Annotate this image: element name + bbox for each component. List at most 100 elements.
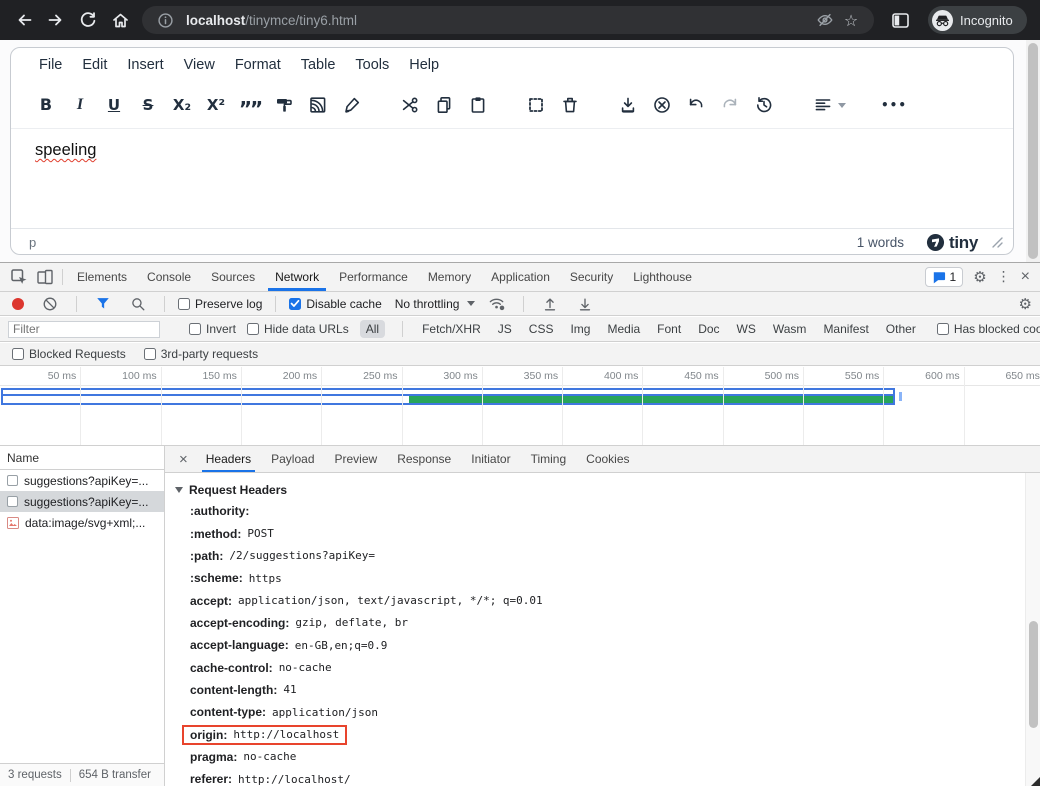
delete-button[interactable] [557, 92, 583, 118]
misspelled-word[interactable]: speeling [35, 141, 96, 160]
reload-button[interactable] [72, 4, 104, 36]
menu-file[interactable]: File [29, 53, 72, 77]
type-filter-font[interactable]: Font [655, 320, 683, 338]
subscript-button[interactable]: X₂ [169, 92, 195, 118]
align-left-button[interactable] [809, 92, 849, 118]
menu-tools[interactable]: Tools [345, 53, 399, 77]
request-row[interactable]: suggestions?apiKey=... [0, 470, 164, 491]
request-headers-section[interactable]: Request Headers [165, 480, 1025, 500]
tiny-branding[interactable]: tiny [926, 233, 978, 253]
italic-button[interactable]: I [67, 92, 93, 118]
overview-selection-box[interactable] [1, 388, 895, 405]
throttling-select[interactable]: No throttling [395, 297, 476, 311]
record-button[interactable] [12, 298, 24, 310]
export-button[interactable] [615, 92, 641, 118]
hide-data-urls-checkbox[interactable]: Hide data URLs [247, 322, 349, 336]
menu-help[interactable]: Help [399, 53, 449, 77]
page-scrollbar[interactable] [1026, 40, 1040, 262]
restore-draft-button[interactable] [751, 92, 777, 118]
tab-network[interactable]: Network [265, 263, 329, 291]
detail-tab-cookies[interactable]: Cookies [576, 446, 639, 472]
underline-button[interactable]: U [101, 92, 127, 118]
menu-insert[interactable]: Insert [117, 53, 173, 77]
menu-table[interactable]: Table [291, 53, 346, 77]
menu-view[interactable]: View [174, 53, 225, 77]
side-panel-button[interactable] [884, 4, 916, 36]
disable-cache-checkbox[interactable]: Disable cache [289, 297, 381, 311]
blocked-requests-checkbox[interactable]: Blocked Requests [12, 347, 126, 361]
detail-tab-payload[interactable]: Payload [261, 446, 324, 472]
clear-button[interactable] [37, 291, 63, 317]
back-button[interactable] [8, 4, 40, 36]
preserve-log-checkbox[interactable]: Preserve log [178, 297, 262, 311]
tab-application[interactable]: Application [481, 263, 560, 291]
type-filter-js[interactable]: JS [496, 320, 514, 338]
request-row[interactable]: data:image/svg+xml;... [0, 512, 164, 533]
blockquote-button[interactable]: ”” [237, 92, 263, 118]
tab-console[interactable]: Console [137, 263, 201, 291]
bold-button[interactable]: B [33, 92, 59, 118]
name-column-header[interactable]: Name [0, 446, 164, 470]
copy-button[interactable] [431, 92, 457, 118]
eye-blocked-icon[interactable] [812, 7, 838, 33]
word-count[interactable]: 1 words [857, 235, 904, 250]
network-overview-timeline[interactable]: 50 ms100 ms150 ms200 ms250 ms300 ms350 m… [0, 367, 1040, 446]
tab-sources[interactable]: Sources [201, 263, 265, 291]
superscript-button[interactable]: X² [203, 92, 229, 118]
url-bar[interactable]: localhost/tinymce/tiny6.html ☆ [142, 6, 874, 34]
select-all-button[interactable] [523, 92, 549, 118]
menu-format[interactable]: Format [225, 53, 291, 77]
type-filter-img[interactable]: Img [568, 320, 592, 338]
cancel-button[interactable] [649, 92, 675, 118]
editor-content-area[interactable]: speeling [11, 128, 1013, 228]
home-button[interactable] [104, 4, 136, 36]
type-filter-ws[interactable]: WS [735, 320, 758, 338]
redo-button[interactable] [717, 92, 743, 118]
type-filter-all[interactable]: All [360, 320, 385, 338]
element-path[interactable]: p [29, 235, 857, 250]
export-har-button[interactable] [572, 291, 598, 317]
type-filter-media[interactable]: Media [605, 320, 642, 338]
bookmark-star-icon[interactable]: ☆ [838, 7, 864, 33]
issues-badge[interactable]: 1 [925, 267, 964, 287]
devtools-menu-icon[interactable]: ⋮ [997, 269, 1011, 285]
detail-tab-response[interactable]: Response [387, 446, 461, 472]
inspect-element-button[interactable] [6, 264, 32, 290]
network-settings-icon[interactable]: ⚙ [1019, 295, 1032, 313]
devtools-settings-icon[interactable]: ⚙ [973, 268, 986, 286]
detail-tab-initiator[interactable]: Initiator [461, 446, 520, 472]
search-button[interactable] [125, 291, 151, 317]
resize-corner[interactable] [1031, 777, 1040, 786]
tab-memory[interactable]: Memory [418, 263, 481, 291]
type-filter-manifest[interactable]: Manifest [821, 320, 870, 338]
paste-button[interactable] [465, 92, 491, 118]
type-filter-css[interactable]: CSS [527, 320, 556, 338]
browser-menu-button[interactable]: ⋮ [1031, 4, 1040, 36]
page-info-icon[interactable] [152, 7, 178, 33]
type-filter-doc[interactable]: Doc [696, 320, 721, 338]
detail-tab-headers[interactable]: Headers [196, 446, 261, 472]
resize-handle-icon[interactable] [992, 237, 1003, 248]
undo-button[interactable] [683, 92, 709, 118]
devtools-close-icon[interactable]: × [1021, 268, 1030, 286]
detail-scrollbar-thumb[interactable] [1029, 621, 1038, 728]
detail-close-icon[interactable]: × [171, 451, 196, 468]
menu-edit[interactable]: Edit [72, 53, 117, 77]
tab-security[interactable]: Security [560, 263, 623, 291]
type-filter-other[interactable]: Other [884, 320, 918, 338]
page-scrollbar-thumb[interactable] [1028, 43, 1038, 259]
invert-checkbox[interactable]: Invert [189, 322, 236, 336]
cut-button[interactable] [397, 92, 423, 118]
detail-tab-preview[interactable]: Preview [325, 446, 388, 472]
filter-toggle-button[interactable] [90, 291, 116, 317]
incognito-badge[interactable]: Incognito [928, 6, 1027, 34]
third-party-requests-checkbox[interactable]: 3rd-party requests [144, 347, 258, 361]
page-embed-button[interactable] [305, 92, 331, 118]
import-har-button[interactable] [537, 291, 563, 317]
request-row[interactable]: suggestions?apiKey=... [0, 491, 164, 512]
permanent-pen-button[interactable] [339, 92, 365, 118]
format-painter-button[interactable] [271, 92, 297, 118]
type-filter-fetch-xhr[interactable]: Fetch/XHR [420, 320, 483, 338]
detail-scrollbar[interactable] [1025, 473, 1040, 786]
tab-performance[interactable]: Performance [329, 263, 418, 291]
